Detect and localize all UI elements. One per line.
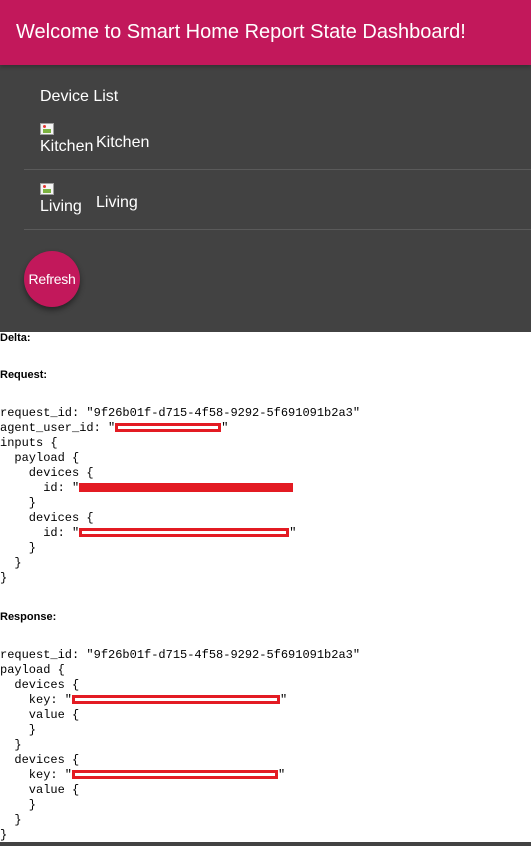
device-item-living[interactable]: Living Living [24,170,531,230]
broken-image-icon [40,183,54,195]
response-label: Response: [0,611,57,623]
app-header: Welcome to Smart Home Report State Dashb… [0,0,531,65]
device-name: Living [96,194,138,211]
living-image-alt: Living [40,198,82,215]
device-name: Kitchen [96,134,150,151]
request-id-line: request_id: "9f26b01f-d715-4f58-9292-5f6… [0,406,361,420]
redacted-device-id [79,528,290,537]
request-code: request_id: "9f26b01f-d715-4f58-9292-5f6… [0,406,361,585]
request-label: Request: [0,369,48,381]
refresh-button[interactable]: Refresh [24,251,80,307]
living-image: Living [40,183,96,223]
redacted-device-key [72,770,279,779]
kitchen-image: Kitchen [40,123,96,163]
response-code: request_id: "9f26b01f-d715-4f58-9292-5f6… [0,648,361,842]
broken-image-icon [40,123,54,135]
page-title: Welcome to Smart Home Report State Dashb… [16,21,466,43]
device-panel: Device List Kitchen Kitchen Living Livin… [0,65,531,332]
device-list-title: Device List [40,88,119,105]
redacted-device-id [79,483,294,492]
bottom-edge [0,842,531,846]
redacted-device-key [72,695,281,704]
device-item-kitchen[interactable]: Kitchen Kitchen [24,110,531,170]
kitchen-image-alt: Kitchen [40,138,94,155]
delta-label: Delta: [0,332,31,344]
response-request-id-line: request_id: "9f26b01f-d715-4f58-9292-5f6… [0,648,361,662]
redacted-agent-user-id [115,423,222,432]
